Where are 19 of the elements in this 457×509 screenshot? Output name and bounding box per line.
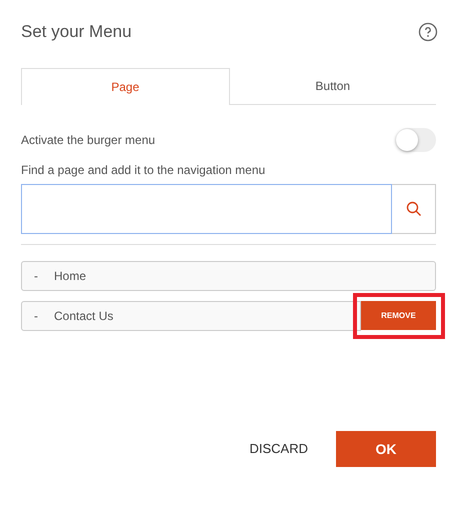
- ok-button[interactable]: OK: [336, 431, 436, 467]
- menu-item[interactable]: - Home: [21, 261, 436, 291]
- remove-button[interactable]: REMOVE: [361, 301, 436, 330]
- dialog-title: Set your Menu: [21, 21, 132, 44]
- menu-item[interactable]: - Contact Us: [21, 301, 361, 331]
- search-field[interactable]: [21, 184, 392, 234]
- discard-button[interactable]: DISCARD: [249, 439, 308, 459]
- search-icon: [406, 201, 422, 217]
- search-button[interactable]: [392, 184, 436, 234]
- help-icon[interactable]: [418, 22, 438, 42]
- item-label: Contact Us: [54, 308, 114, 325]
- tab[interactable]: Button: [230, 68, 436, 104]
- item-marker: -: [34, 308, 39, 325]
- burger-menu-label: Activate the burger menu: [21, 132, 156, 149]
- search-label: Find a page and add it to the navigation menu: [21, 162, 266, 179]
- item-label: Home: [54, 268, 86, 285]
- tab[interactable]: Page: [21, 68, 230, 105]
- item-marker: -: [34, 268, 39, 285]
- toggle-switch[interactable]: [396, 128, 436, 152]
